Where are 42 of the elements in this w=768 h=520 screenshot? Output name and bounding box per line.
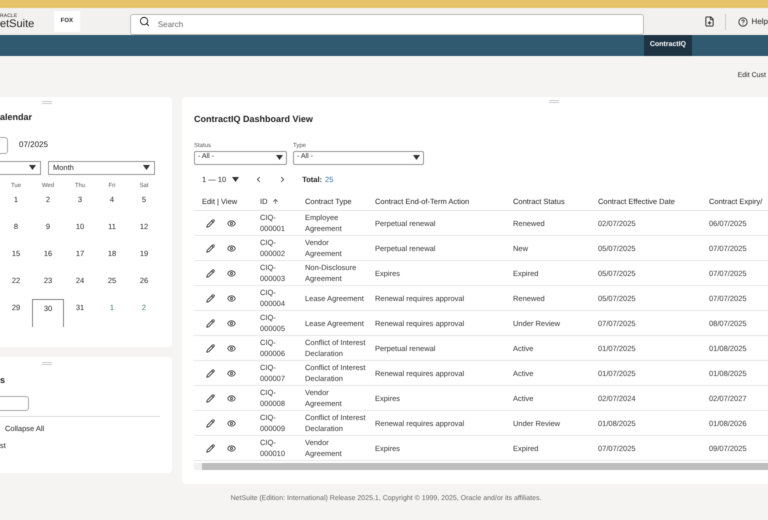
view-icon[interactable] — [227, 444, 236, 452]
edit-icon[interactable] — [206, 418, 215, 428]
caret-icon — [413, 155, 420, 160]
drag-handle-icon[interactable] — [42, 101, 52, 104]
view-icon[interactable] — [227, 368, 236, 378]
view-icon[interactable] — [227, 244, 236, 252]
caret-icon — [232, 177, 240, 182]
view-icon[interactable] — [227, 418, 236, 428]
caret-icon — [276, 155, 283, 160]
edit-icon[interactable] — [206, 368, 215, 378]
help-icon — [738, 16, 748, 26]
edit-icon[interactable] — [206, 244, 215, 252]
dropdown[interactable] — [0, 160, 41, 174]
edit-icon[interactable] — [206, 394, 215, 402]
view-icon[interactable] — [227, 218, 236, 228]
view-icon[interactable] — [227, 268, 236, 278]
horizontal-scrollbar[interactable] — [194, 463, 768, 470]
logo-text: etSuite — [0, 18, 36, 30]
edit-icon[interactable] — [206, 318, 215, 328]
drag-handle-icon[interactable] — [42, 362, 52, 365]
edit-icon[interactable] — [206, 268, 215, 278]
edit-icon[interactable] — [206, 344, 215, 352]
edit-icon[interactable] — [206, 444, 215, 452]
caret-icon — [29, 165, 36, 170]
period-label: 07/2025 — [19, 139, 48, 151]
input-field[interactable] — [0, 396, 29, 410]
view-icon[interactable] — [227, 294, 236, 302]
view-icon[interactable] — [227, 394, 236, 402]
search-field[interactable]: Search — [130, 14, 644, 35]
drag-handle-icon[interactable] — [549, 100, 559, 103]
panel-title: ContractIQ Dashboard View — [194, 113, 314, 126]
caret-icon — [143, 165, 150, 170]
edit-icon[interactable] — [206, 218, 215, 228]
panel-title: s — [0, 374, 6, 387]
new-document-icon[interactable] — [704, 16, 715, 27]
view-icon[interactable] — [227, 344, 236, 352]
sort-ascending-icon[interactable] — [272, 198, 278, 205]
panel-title: alendar — [0, 111, 34, 124]
view-icon[interactable] — [227, 318, 236, 328]
edit-icon[interactable] — [206, 294, 215, 302]
help-button[interactable]: Help — [738, 16, 768, 28]
search-icon — [138, 16, 150, 27]
